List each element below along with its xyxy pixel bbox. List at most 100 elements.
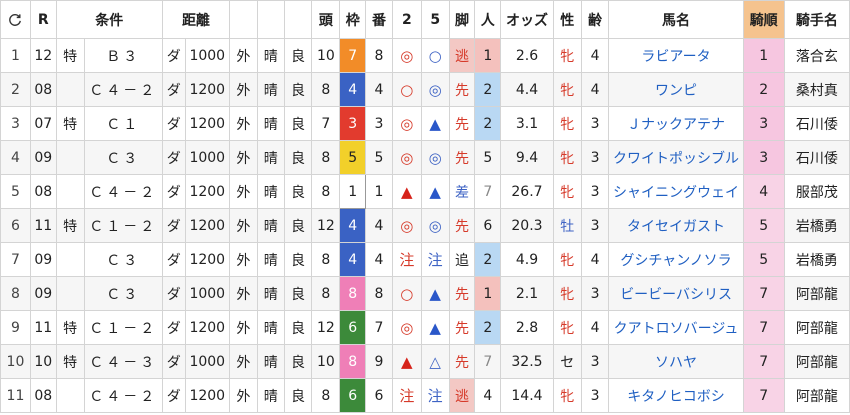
col-header-blank2	[256, 0, 285, 39]
track-type: ダ	[161, 174, 186, 209]
col-header-jockey[interactable]: 騎手名	[783, 0, 850, 39]
reload-icon[interactable]	[0, 0, 31, 39]
running-style-text: 先	[455, 320, 469, 337]
mark-5-text: ◎	[428, 216, 442, 235]
col-header-ninki[interactable]: 人	[474, 0, 502, 39]
odds: 2.8	[500, 310, 554, 345]
special-flag	[55, 140, 85, 175]
table-row[interactable]: 7 09 Ｃ３ ダ 1200 外晴良 8 4 4 注注追 2 4.9 牝 4 グシチャンノソラ 5 岩橋勇	[0, 242, 850, 277]
distance: 1000	[184, 38, 230, 73]
horse-name[interactable]: クワイトポッシブル	[608, 140, 744, 175]
horse-name[interactable]: Ｊナックアテナ	[608, 106, 744, 141]
horse-number: 1	[365, 174, 393, 209]
course: 外	[228, 72, 258, 107]
mark-5-text: ▲	[429, 284, 441, 303]
popularity: 6	[474, 208, 502, 243]
table-row[interactable]: 11 08 Ｃ４－２ ダ 1200 外晴良 8 6 6 注注逃 4 14.4 牝 3 キタノヒコボシ 7 阿部龍	[0, 378, 850, 413]
mark-5: 注	[420, 242, 450, 277]
col-header-heads[interactable]: 頭	[311, 0, 341, 39]
mark-2-text: ○	[400, 284, 414, 303]
jockey-name: 石川倭	[783, 140, 850, 175]
track-condition: 良	[283, 72, 313, 107]
horse-name[interactable]: クアトロソバージュ	[608, 310, 744, 345]
running-style-text: 先	[455, 150, 469, 167]
race-class: Ｃ３	[83, 276, 163, 311]
table-row[interactable]: 2 08 Ｃ４－２ ダ 1200 外晴良 8 4 4 ○ ◎ 先 2 4.4 牝 4 ワンピ 2 桑村真	[0, 72, 850, 107]
col-header-dist[interactable]: 距離	[161, 0, 230, 39]
mark-2: ○	[391, 276, 422, 311]
running-style: 先	[448, 140, 476, 175]
table-row[interactable]: 1 12 特 Ｂ３ ダ 1000 外晴良 10 7 8 ◎ ○ 逃 1 2.6 牝 4 ラビアータ 1 落合玄	[0, 38, 850, 73]
track-condition: 良	[283, 174, 313, 209]
horse-name[interactable]: キタノヒコボシ	[608, 378, 744, 413]
special-flag: 特	[55, 38, 85, 73]
mark-2-text: ◎	[400, 216, 414, 235]
race-number: 09	[29, 242, 57, 277]
mark-5: ▲	[420, 174, 450, 209]
track-condition: 良	[283, 38, 313, 73]
col-header-blank3	[283, 0, 313, 39]
col-header-r[interactable]: R	[29, 0, 57, 39]
col-header-horse[interactable]: 馬名	[608, 0, 744, 39]
col-header-odds[interactable]: オッズ	[500, 0, 554, 39]
table-row[interactable]: 9 11 特 Ｃ１－２ ダ 1200 外晴良 12 6 7 ◎ ▲ 先 2 2.8 牝 4 クアトロソバージュ 7 阿…	[0, 310, 850, 345]
col-header-kijun[interactable]: 騎順	[742, 0, 785, 39]
mark-5-text: 注	[427, 251, 443, 269]
head-count: 8	[311, 378, 341, 413]
col-header-mark5[interactable]: 5	[420, 0, 450, 39]
col-header-waku[interactable]: 枠	[339, 0, 367, 39]
running-style: 追	[448, 242, 476, 277]
col-header-mark2[interactable]: 2	[391, 0, 422, 39]
col-header-ban[interactable]: 番	[365, 0, 393, 39]
table-row[interactable]: 5 08 Ｃ４－２ ダ 1200 外晴良 8 1 1 ▲ ▲ 差 7 26.7 牝 3 シャイニングウェイ 4 服部…	[0, 174, 850, 209]
horse-number: 6	[365, 378, 393, 413]
mark-5-text: ◎	[428, 80, 442, 99]
running-style-text: 逃	[455, 48, 469, 65]
table-row[interactable]: 6 11 特 Ｃ１－２ ダ 1200 外晴良 12 4 4 ◎ ◎ 先 6 20.3 牡 3 タイセイガスト 5 岩橋…	[0, 208, 850, 243]
odds: 14.4	[500, 378, 554, 413]
row-number: 6	[0, 208, 31, 243]
mark-2: ○	[391, 72, 422, 107]
horse-name[interactable]: ビービーバシリス	[608, 276, 744, 311]
row-number: 3	[0, 106, 31, 141]
table-row[interactable]: 3 07 特 Ｃ１ ダ 1200 外晴良 7 3 3 ◎ ▲ 先 2 3.1 牝 3 Ｊナックアテナ 3 石川倭	[0, 106, 850, 141]
running-style: 差	[448, 174, 476, 209]
col-header-sex[interactable]: 性	[552, 0, 582, 39]
popularity: 2	[474, 310, 502, 345]
horse-name[interactable]: ソハヤ	[608, 344, 744, 379]
sex-text: 牝	[560, 320, 575, 337]
race-class: Ｃ３	[83, 140, 163, 175]
horse-name[interactable]: ラビアータ	[608, 38, 744, 73]
waku-number: 8	[339, 344, 367, 379]
course: 外	[228, 174, 258, 209]
race-number: 07	[29, 106, 57, 141]
popularity: 1	[474, 276, 502, 311]
table-row[interactable]: 8 09 Ｃ３ ダ 1000 外晴良 8 8 8 ○ ▲ 先 1 2.1 牝 3 ビービーバシリス 7 阿部龍	[0, 276, 850, 311]
race-number: 11	[29, 310, 57, 345]
col-header-cond[interactable]: 条件	[55, 0, 163, 39]
waku-number: 4	[339, 208, 367, 243]
table-row[interactable]: 10 10 特 Ｃ４－３ ダ 1000 外晴良 10 8 9 ▲ △ 先 7 32.5 セ 3 ソハヤ 7 阿部龍	[0, 344, 850, 379]
distance: 1200	[184, 242, 230, 277]
horse-name[interactable]: ワンピ	[608, 72, 744, 107]
table-row[interactable]: 4 09 Ｃ３ ダ 1000 外晴良 8 5 5 ◎ ◎ 先 5 9.4 牝 3 クワイトポッシブル 3 石川倭	[0, 140, 850, 175]
race-number: 08	[29, 378, 57, 413]
horse-name[interactable]: シャイニングウェイ	[608, 174, 744, 209]
mark-2-text: ◎	[400, 318, 414, 337]
horse-name[interactable]: グシチャンノソラ	[608, 242, 744, 277]
sex: 牝	[552, 310, 582, 345]
horse-number: 5	[365, 140, 393, 175]
mark-5-text: ▲	[429, 318, 441, 337]
jockey-rank: 3	[742, 140, 785, 175]
horse-name[interactable]: タイセイガスト	[608, 208, 744, 243]
distance: 1200	[184, 106, 230, 141]
mark-2: ◎	[391, 208, 422, 243]
jockey-name: 服部茂	[783, 174, 850, 209]
col-header-age[interactable]: 齢	[580, 0, 610, 39]
track-condition: 良	[283, 310, 313, 345]
popularity: 2	[474, 72, 502, 107]
age: 4	[580, 310, 610, 345]
jockey-name: 岩橋勇	[783, 242, 850, 277]
weather: 晴	[256, 344, 285, 379]
col-header-ashi[interactable]: 脚	[448, 0, 476, 39]
